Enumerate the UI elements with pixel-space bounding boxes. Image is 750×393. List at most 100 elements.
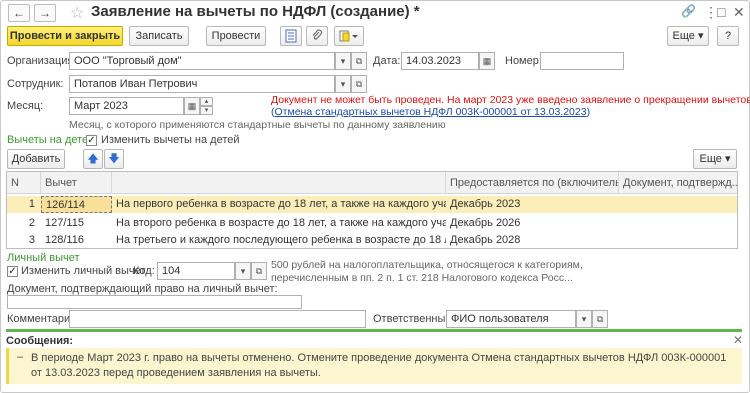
create-based-on-button[interactable] [334,26,364,46]
document-right-field[interactable] [7,295,302,309]
table-row[interactable]: 2 127/115 На второго ребенка в возрасте … [7,215,737,232]
column-header-until[interactable]: Предоставляется по (включительно) [446,172,619,194]
children-section-title: Вычеты на детей [7,134,95,146]
forward-button[interactable]: → [34,4,56,22]
document-right-label: Документ, подтверждающий право на личный… [7,283,278,295]
more-vertical-icon[interactable]: ⋮ [704,4,718,21]
row-code[interactable]: 128/116 [41,232,112,249]
column-header-document[interactable]: Документ, подтвержд... [619,172,737,194]
organization-dropdown-button[interactable]: ▾ [335,52,351,70]
attach-button[interactable] [306,26,328,46]
calendar-icon: ▦ [187,101,197,111]
row-number: 2 [28,217,35,229]
date-label: Дата: [373,55,401,67]
row-description[interactable]: На второго ребенка в возрасте до 18 лет,… [112,215,446,232]
change-personal-label: Изменить личный вычет [21,265,146,277]
error-link-close-paren: ) [586,106,591,118]
organization-open-button[interactable]: ⧉ [351,52,367,70]
message-item[interactable]: – В периоде Март 2023 г. право на вычеты… [6,348,742,384]
row-number: 1 [28,198,35,210]
code-label: Код: [133,265,155,277]
arrow-left-icon: ← [13,6,25,20]
employee-label: Сотрудник: [7,78,64,90]
row-document[interactable] [619,215,737,232]
month-note: Месяц, с которого применяются стандартны… [69,119,446,131]
column-header-n[interactable]: N [7,172,41,194]
page-title: Заявление на вычеты по НДФЛ (создание) * [91,3,420,20]
post-and-close-button[interactable]: Провести и закрыть [7,26,123,46]
date-field[interactable]: 14.03.2023 [401,52,479,70]
children-table[interactable]: N Вычет Предоставляется по (включительно… [6,171,738,249]
employee-dropdown-button[interactable]: ▾ [335,75,351,93]
link-icon[interactable]: 🔗 [681,4,696,18]
arrow-down-icon: 🡇 [108,153,120,165]
month-down-button[interactable]: ▾ [200,106,213,115]
back-button[interactable]: ← [8,4,30,22]
help-button[interactable]: ? [717,26,739,46]
row-number: 3 [28,234,35,246]
table-header: N Вычет Предоставляется по (включительно… [7,172,737,194]
column-header-description[interactable] [112,172,446,194]
employee-open-button[interactable]: ⧉ [351,75,367,93]
close-icon[interactable]: ✕ [733,4,745,21]
row-code[interactable]: 127/115 [41,215,112,232]
row-document[interactable] [619,232,737,249]
responsible-open-button[interactable]: ⧉ [592,310,608,328]
row-code[interactable]: 126/114 [41,196,112,213]
code-description-line1: 500 рублей на налогоплательщика, относящ… [271,259,583,271]
messages-title: Сообщения: [6,335,74,347]
maximize-icon[interactable]: □ [717,4,725,20]
number-field[interactable] [540,52,624,70]
comment-field[interactable] [69,310,366,328]
table-row[interactable]: 3 128/116 На третьего и каждого последую… [7,232,737,249]
code-field[interactable]: 104 [157,262,235,280]
document-create-icon [339,30,358,42]
month-up-button[interactable]: ▴ [200,97,213,106]
message-bullet: – [17,351,24,363]
document-list-icon [285,29,297,43]
favorite-star-icon[interactable]: ☆ [70,3,84,23]
add-button[interactable]: Добавить [7,149,65,169]
save-button[interactable]: Записать [129,26,189,46]
organization-label: Организация: [7,55,77,67]
month-field[interactable]: Март 2023 [69,97,184,115]
report-button[interactable] [280,26,302,46]
responsible-dropdown-button[interactable]: ▾ [576,310,592,328]
organization-field[interactable]: ООО "Торговый дом" [69,52,335,70]
more-button[interactable]: Еще ▾ [667,26,709,46]
row-until[interactable]: Декабрь 2023 [446,196,619,213]
table-row[interactable]: 1 126/114 На первого ребенка в возрасте … [7,196,737,213]
row-document[interactable] [619,196,737,213]
code-open-button[interactable]: ⧉ [251,262,267,280]
calendar-button[interactable]: ▦ [479,52,495,70]
change-children-label: Изменить вычеты на детей [101,134,240,146]
change-children-checkbox[interactable]: ✓ [86,135,97,146]
row-until[interactable]: Декабрь 2028 [446,232,619,249]
responsible-label: Ответственный: [373,313,455,325]
message-text: В периоде Март 2023 г. право на вычеты о… [31,352,727,379]
move-up-button[interactable]: 🡅 [83,149,103,169]
calendar-icon: ▦ [482,56,492,66]
close-icon[interactable]: ✕ [733,333,743,347]
number-label: Номер: [505,55,542,67]
row-description[interactable]: На третьего и каждого последующего ребен… [112,232,446,249]
change-personal-checkbox[interactable]: ✓ [7,266,18,277]
move-down-button[interactable]: 🡇 [104,149,124,169]
paperclip-icon [312,29,323,40]
children-more-button[interactable]: Еще ▾ [693,149,737,169]
error-message: Документ не может быть проведен. На март… [271,94,750,106]
employee-field[interactable]: Потапов Иван Петрович [69,75,335,93]
code-description-line2: перечисленным в пп. 2 п. 1 ст. 218 Налог… [271,272,573,284]
responsible-field[interactable]: ФИО пользователя [446,310,576,328]
column-header-deduction[interactable]: Вычет [41,172,112,194]
row-description[interactable]: На первого ребенка в возрасте до 18 лет,… [112,196,446,213]
arrow-up-icon: 🡅 [87,153,99,165]
month-calendar-button[interactable]: ▦ [184,97,200,115]
row-until[interactable]: Декабрь 2026 [446,215,619,232]
code-dropdown-button[interactable]: ▾ [235,262,251,280]
month-label: Месяц: [7,100,44,112]
error-link-wrapper[interactable]: (Отмена стандартных вычетов НДФЛ 003К-00… [271,106,590,118]
arrow-right-icon: → [39,6,51,20]
cancel-deductions-link[interactable]: Отмена стандартных вычетов НДФЛ 003К-000… [275,106,587,118]
post-button[interactable]: Провести [206,26,266,46]
